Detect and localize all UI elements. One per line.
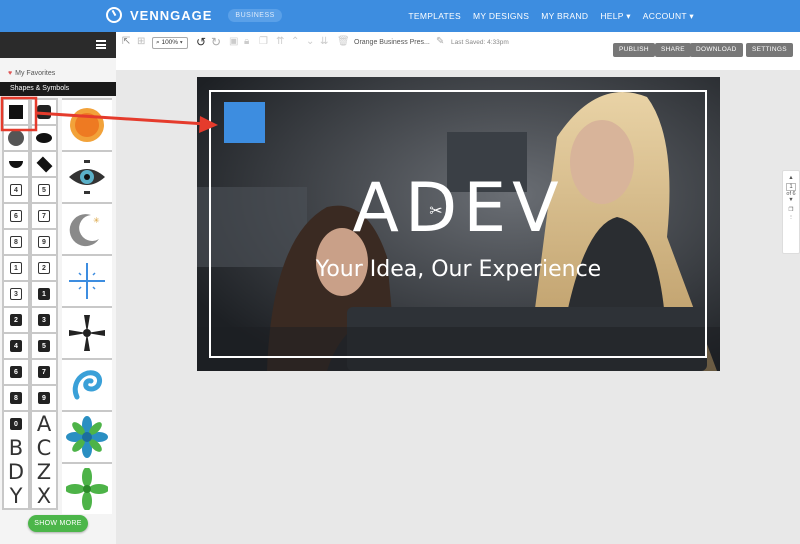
- annotation-arrow-line: [35, 111, 207, 126]
- highlight-box: [0, 96, 38, 132]
- annotation-overlay: [0, 96, 218, 133]
- annotation-arrow-head: [199, 116, 218, 133]
